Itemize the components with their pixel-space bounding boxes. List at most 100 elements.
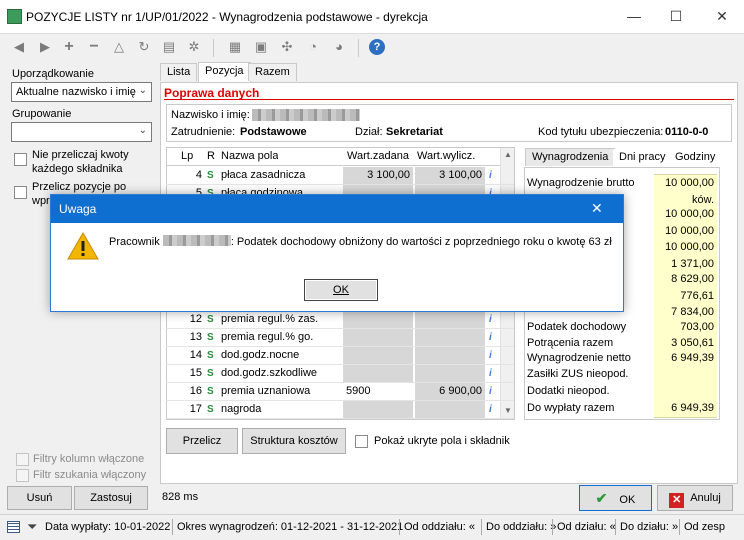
table-row[interactable]: 17 Snagroda i bbox=[166, 401, 514, 419]
info-icon[interactable]: i bbox=[489, 347, 492, 364]
cell-field-name: dod.godz.nocne bbox=[221, 349, 300, 361]
cell-set-value[interactable] bbox=[343, 329, 413, 346]
header-calc-value[interactable]: Wart.wylicz. bbox=[417, 148, 475, 165]
warning-icon[interactable]: △ bbox=[111, 39, 127, 55]
warning-icon bbox=[67, 231, 99, 260]
add-icon[interactable]: + bbox=[61, 39, 77, 55]
cell-lp: 15 bbox=[189, 367, 202, 379]
title-bar: POZYCJE LISTY nr 1/UP/01/2022 - Wynagrod… bbox=[0, 0, 744, 34]
from-team: Od zesp bbox=[684, 521, 725, 533]
nav-first-icon[interactable]: ◀ bbox=[11, 39, 27, 55]
table-row[interactable]: 12 Spremia regul.% zas. i bbox=[166, 311, 514, 329]
cell-calc-value bbox=[415, 365, 485, 382]
component-s-icon: S bbox=[207, 170, 214, 181]
summary-label: Dodatki nieopod. bbox=[527, 385, 610, 397]
tools-icon[interactable]: ✣ bbox=[279, 39, 295, 55]
info-icon[interactable]: i bbox=[489, 167, 492, 184]
tab-razem[interactable]: Razem bbox=[248, 63, 297, 81]
info-icon[interactable]: i bbox=[489, 401, 492, 418]
dialog-ok-button[interactable]: OK bbox=[304, 279, 378, 301]
status-separator bbox=[615, 519, 616, 535]
summary-label: Wynagrodzenie brutto bbox=[527, 177, 635, 189]
table-row[interactable]: 16 Spremia uznaniowa 5900 6 900,00 i bbox=[166, 383, 514, 401]
help-icon[interactable]: ? bbox=[369, 39, 385, 55]
summary-tab-godziny[interactable]: Godziny bbox=[669, 149, 722, 167]
summary-tab-wynagrodzenia[interactable]: Wynagrodzenia bbox=[525, 148, 616, 166]
apply-button[interactable]: Zastosuj bbox=[74, 486, 148, 510]
recalc-after-checkbox[interactable] bbox=[14, 186, 27, 199]
toolbar-divider bbox=[213, 39, 214, 57]
status-bar: ⏷ Data wypłaty: 10-01-2022 Okres wynagro… bbox=[0, 514, 744, 540]
minimize-button[interactable]: — bbox=[626, 8, 642, 24]
table-row[interactable]: 15 Sdod.godz.szkodliwe i bbox=[166, 365, 514, 383]
no-recalc-checkbox[interactable] bbox=[14, 153, 27, 166]
ok-button[interactable]: ✔ OK bbox=[579, 485, 652, 511]
summary-row: Dodatki nieopod. bbox=[527, 383, 717, 400]
summary-tab-dni-pracy[interactable]: Dni pracy bbox=[613, 149, 672, 167]
show-hidden-checkbox[interactable] bbox=[355, 435, 368, 448]
tab-lista[interactable]: Lista bbox=[160, 63, 198, 81]
settings-icon[interactable]: ✲ bbox=[186, 39, 202, 55]
header-r[interactable]: R bbox=[207, 148, 215, 165]
info-icon[interactable]: i bbox=[489, 383, 492, 400]
cell-set-value[interactable] bbox=[343, 365, 413, 382]
employment-value: Podstawowe bbox=[240, 126, 307, 138]
window-title: POZYCJE LISTY nr 1/UP/01/2022 - Wynagrod… bbox=[26, 10, 428, 24]
cell-set-value[interactable] bbox=[343, 311, 413, 328]
table-row[interactable]: 13 Spremia regul.% go. i bbox=[166, 329, 514, 347]
header-lp[interactable]: Lp bbox=[181, 148, 193, 165]
info-icon[interactable]: i bbox=[489, 329, 492, 346]
name-value-redacted bbox=[252, 109, 360, 121]
summary-value bbox=[654, 366, 717, 383]
close-window-button[interactable]: ✕ bbox=[714, 8, 730, 24]
component-s-icon: S bbox=[207, 350, 214, 361]
cost-structure-button[interactable]: Struktura kosztów bbox=[242, 428, 346, 454]
recalc-after-label-2: wpr bbox=[32, 195, 50, 207]
ordering-select[interactable]: Aktualne nazwisko i imię ⌄ bbox=[11, 82, 152, 102]
cell-set-value[interactable] bbox=[343, 401, 413, 418]
cell-calc-value bbox=[415, 347, 485, 364]
scroll-up-icon[interactable]: ▲ bbox=[504, 150, 512, 159]
show-hidden-label: Pokaż ukryte pola i składnik bbox=[374, 435, 510, 447]
status-separator bbox=[399, 519, 400, 535]
report-icon[interactable]: ▣ bbox=[253, 39, 269, 55]
summary-value: 6 949,39 bbox=[654, 400, 717, 417]
info-icon[interactable]: i bbox=[489, 365, 492, 382]
recalc-button[interactable]: Przelicz bbox=[166, 428, 238, 454]
cell-field-name: premia regul.% zas. bbox=[221, 313, 319, 325]
print-icon[interactable]: ▤ bbox=[161, 39, 177, 55]
summary-value: 10 000,00 bbox=[654, 206, 717, 223]
timer-icon[interactable]: ◕ bbox=[331, 39, 347, 55]
filter-search-label: Filtr szukania włączony bbox=[33, 469, 147, 481]
filter-icon[interactable]: ⏷ bbox=[27, 519, 37, 535]
cell-set-value[interactable] bbox=[343, 347, 413, 364]
department-value: Sekretariat bbox=[386, 126, 443, 138]
sync-icon[interactable]: ◔ bbox=[305, 39, 321, 55]
recalc-after-label-1: Przelicz pozycje po bbox=[32, 181, 127, 193]
header-set-value[interactable]: Wart.zadana bbox=[347, 148, 409, 165]
nav-next-icon[interactable]: ▶ bbox=[37, 39, 53, 55]
table-row[interactable]: 4 Spłaca zasadnicza 3 100,00 3 100,00 i bbox=[166, 167, 514, 185]
cell-set-value[interactable]: 5900 bbox=[343, 383, 413, 400]
tab-pozycja[interactable]: Pozycja bbox=[198, 62, 251, 83]
cell-lp: 4 bbox=[195, 169, 202, 181]
cell-set-value[interactable]: 3 100,00 bbox=[343, 167, 413, 184]
dialog-close-button[interactable]: ✕ bbox=[591, 200, 603, 217]
cell-field-name: płaca zasadnicza bbox=[221, 169, 306, 181]
remove-icon[interactable]: − bbox=[86, 39, 102, 55]
remove-button[interactable]: Usuń bbox=[7, 486, 72, 510]
status-separator bbox=[481, 519, 482, 535]
cell-field-name: premia uznaniowa bbox=[221, 385, 311, 397]
refresh-icon[interactable]: ↻ bbox=[136, 39, 152, 55]
maximize-button[interactable]: ☐ bbox=[668, 8, 684, 24]
cancel-button[interactable]: ✕ Anuluj bbox=[657, 485, 733, 511]
export-icon[interactable]: ▦ bbox=[227, 39, 243, 55]
app-icon bbox=[7, 9, 22, 24]
grid-icon[interactable] bbox=[7, 521, 20, 533]
grouping-select[interactable]: ⌄ bbox=[11, 122, 152, 142]
header-field-name[interactable]: Nazwa pola bbox=[221, 148, 278, 165]
info-icon[interactable]: i bbox=[489, 311, 492, 328]
table-row[interactable]: 14 Sdod.godz.nocne i bbox=[166, 347, 514, 365]
pay-period: Okres wynagrodzeń: 01-12-2021 - 31-12-20… bbox=[177, 521, 404, 533]
toolbar-divider bbox=[358, 39, 359, 57]
